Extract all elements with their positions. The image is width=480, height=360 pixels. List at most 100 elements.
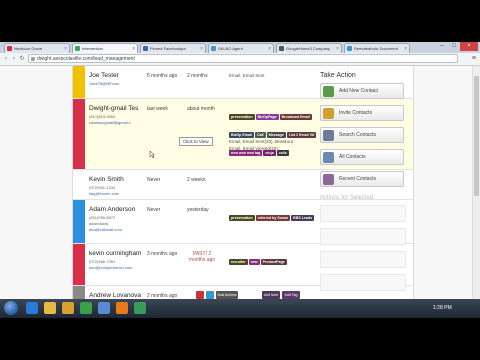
email-icon[interactable] [98, 302, 110, 314]
browser-tab[interactable]: Pinned Facebookpa × [140, 43, 206, 53]
sidebar-button-label: All Contacts [339, 154, 366, 160]
contact-tag[interactable]: BizOpPage [255, 114, 279, 120]
toolbar-action-button[interactable]: Add Note [262, 291, 280, 299]
browser-tab[interactable]: SKLBO Agent × [208, 43, 274, 53]
date-added: 3 months ago [147, 251, 178, 257]
sidebar-button-label: Recent Contacts [339, 176, 376, 182]
contact-tag[interactable]: preservation [229, 215, 255, 221]
activity-status: Email, Email Viewed(20) [229, 146, 278, 151]
contact-name[interactable]: Kevin Smith [89, 176, 124, 183]
page-scrollbar[interactable] [472, 66, 480, 299]
browser-tab[interactable]: Remoteaholic Document × [344, 43, 410, 53]
close-tab-icon[interactable]: × [404, 44, 407, 53]
url-text: dwight.assocolaville.com/lead_management [37, 56, 135, 62]
contact-tag[interactable]: Call [254, 132, 266, 138]
favicon-icon [279, 46, 284, 51]
scrollbar-thumb[interactable] [474, 76, 479, 196]
contact-name[interactable]: Andrew Lovanova [89, 292, 141, 299]
contact-tag[interactable]: List 2 Email Vit [286, 132, 317, 138]
letterbox-bottom [0, 318, 480, 360]
chrome-icon[interactable] [80, 302, 92, 314]
date-added: Never [147, 207, 161, 213]
contact-name[interactable]: Adam Anderson [89, 206, 135, 213]
contact-tag[interactable]: calls [276, 150, 289, 156]
contact-name[interactable]: kevin cunningham [89, 250, 141, 257]
toolbar-action-button[interactable] [196, 291, 204, 299]
explorer-icon[interactable] [44, 302, 56, 314]
tab-label: GoogleHome3 Company [286, 46, 331, 51]
address-bar[interactable]: dwight.assocolaville.com/lead_management [28, 54, 458, 63]
contact-tag[interactable]: Broadcast Email [279, 114, 312, 120]
minimize-button[interactable]: – [436, 42, 448, 51]
close-tab-icon[interactable]: × [268, 44, 271, 53]
close-tab-icon[interactable]: × [132, 44, 135, 53]
status-color-bar [73, 170, 85, 199]
sidebar-button-label: Add New Contact [339, 88, 378, 94]
start-button[interactable] [4, 301, 18, 315]
sidebar-button[interactable]: Invite Contacts [320, 105, 404, 121]
contact-tag[interactable]: referred by Susan [255, 215, 291, 221]
sidebar-button-label: Invite Contacts [339, 110, 373, 116]
sidebar-button[interactable]: Add New Contact [320, 83, 404, 99]
back-icon[interactable]: ‹ [2, 55, 10, 63]
wrench-icon[interactable]: ≡ [472, 55, 476, 62]
browser-tab[interactable]: Intervention × [72, 43, 138, 53]
contact-detail: (651)955-8972 [89, 215, 116, 220]
toolbar-action-button[interactable]: Add Tag [282, 291, 300, 299]
contact-tag[interactable]: BizOp Email [229, 132, 254, 138]
contact-name[interactable]: Joe Tester [89, 72, 119, 79]
sidebar-button-label: Search Contacts [339, 132, 376, 138]
toolbar-action-button[interactable]: Bulk Actions [216, 291, 238, 299]
contact-detail[interactable]: kbg@frozen.com [89, 191, 119, 196]
contact-detail[interactable]: cdwilsongmail@gmail.c [89, 120, 131, 125]
contact-name[interactable]: Dwight-gmail Tes [89, 105, 138, 112]
search-icon [323, 130, 334, 141]
contact-detail: (817)813-9054 [89, 114, 116, 119]
activity-status: Email, Email Sent [229, 73, 265, 78]
last-contact: 2 months [187, 73, 208, 79]
contact-detail[interactable]: aba@cdkmail.com [89, 227, 122, 232]
maximize-button[interactable]: □ [448, 42, 460, 51]
status-color-bar [73, 200, 85, 243]
favicon-icon [143, 46, 148, 51]
date-added: last week [147, 106, 168, 112]
contact-detail[interactable]: kev@prosperbench.com [89, 265, 132, 270]
contact-tag[interactable]: new [248, 259, 260, 265]
hover-tooltip: Click to View [179, 137, 213, 146]
reload-icon[interactable]: ↻ [18, 55, 26, 63]
tag-list: preservation referred by Susan RBS Leads [229, 206, 319, 224]
toolbar-action-button[interactable] [206, 291, 214, 299]
status-color-bar [73, 66, 85, 98]
contact-tag[interactable]: recruiter [229, 259, 248, 265]
system-clock: 1:28 PM [433, 305, 452, 311]
tab-label: Nextdoor Grove [14, 46, 43, 51]
disabled-action [320, 251, 406, 268]
media-icon[interactable] [62, 302, 74, 314]
tab-label: Remoteaholic Document [354, 46, 398, 51]
close-tab-icon[interactable]: × [64, 44, 67, 53]
sidebar-button[interactable]: Recent Contacts [320, 171, 404, 187]
hand-cursor-icon [149, 145, 156, 159]
contact-tag[interactable]: RBS Leads [291, 215, 315, 221]
close-tab-icon[interactable]: × [200, 44, 203, 53]
close-tab-icon[interactable]: × [336, 44, 339, 53]
camtasia-icon[interactable] [134, 302, 146, 314]
browser-tab[interactable]: Nextdoor Grove × [4, 43, 70, 53]
date-added: Never [147, 177, 161, 183]
contact-detail[interactable]: Joe#78@MFcom [89, 81, 120, 86]
forward-icon[interactable]: › [10, 55, 18, 63]
close-window-button[interactable]: × [460, 42, 478, 51]
contact-detail: adam4kids [89, 221, 109, 226]
contact-tag[interactable]: ProductPage [260, 259, 287, 265]
contact-tag[interactable]: Message [266, 132, 286, 138]
last-contact: about month [187, 106, 215, 112]
sidebar-button[interactable]: All Contacts [320, 149, 404, 165]
vlc-icon[interactable] [116, 302, 128, 314]
contact-detail: (972)551-1234 [89, 185, 116, 190]
sidebar-button[interactable]: Search Contacts [320, 127, 404, 143]
ie-icon[interactable] [26, 302, 38, 314]
contact-tag[interactable]: preservation [229, 114, 255, 120]
disabled-action [320, 205, 406, 222]
tab-label: Pinned Facebookpa [150, 46, 186, 51]
browser-tab[interactable]: GoogleHome3 Company × [276, 43, 342, 53]
